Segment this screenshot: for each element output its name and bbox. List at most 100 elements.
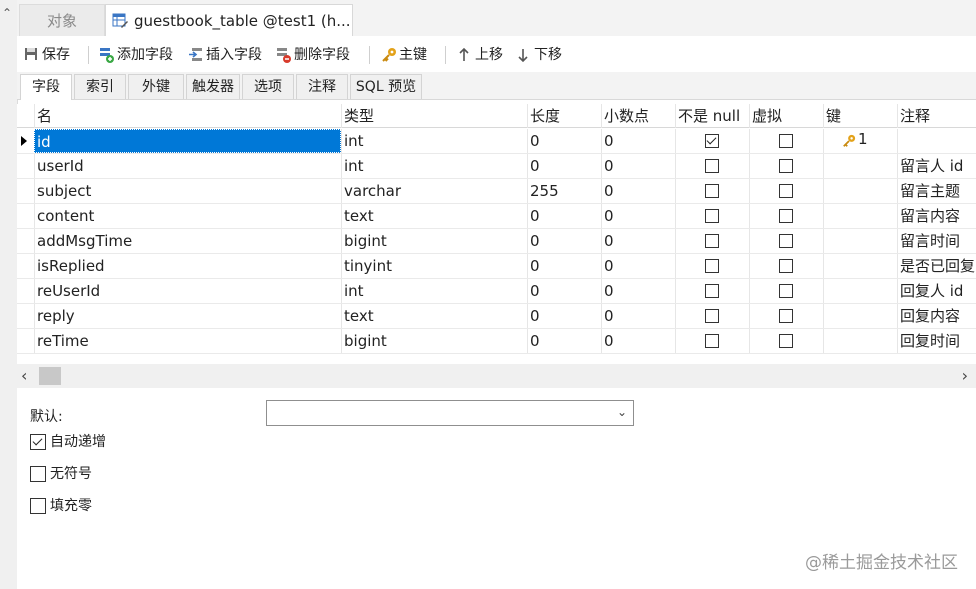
field-type-cell[interactable]: int bbox=[341, 129, 527, 153]
tab-triggers[interactable]: 触发器 bbox=[186, 74, 240, 99]
table-row[interactable]: subject varchar 255 0 留言主题 bbox=[17, 179, 976, 204]
field-length-cell[interactable]: 255 bbox=[527, 179, 601, 203]
chevron-up-icon[interactable]: ⌃ bbox=[2, 6, 12, 20]
key-cell[interactable] bbox=[823, 304, 897, 328]
tab-sql-preview[interactable]: SQL 预览 bbox=[350, 74, 422, 99]
field-name-cell[interactable]: content bbox=[34, 204, 341, 228]
field-decimals-cell[interactable]: 0 bbox=[601, 229, 675, 253]
field-length-cell[interactable]: 0 bbox=[527, 254, 601, 278]
table-row[interactable]: addMsgTime bigint 0 0 留言时间 bbox=[17, 229, 976, 254]
field-decimals-cell[interactable]: 0 bbox=[601, 129, 675, 153]
field-comment-cell[interactable] bbox=[897, 129, 976, 153]
zerofill-box[interactable] bbox=[30, 498, 46, 514]
field-type-cell[interactable]: bigint bbox=[341, 329, 527, 353]
table-row[interactable]: content text 0 0 留言内容 bbox=[17, 204, 976, 229]
not-null-checkbox[interactable] bbox=[705, 209, 719, 223]
table-row[interactable]: reply text 0 0 回复内容 bbox=[17, 304, 976, 329]
field-type-cell[interactable]: varchar bbox=[341, 179, 527, 203]
column-header-virtual[interactable]: 虚拟 bbox=[749, 104, 823, 128]
not-null-checkbox[interactable] bbox=[705, 259, 719, 273]
virtual-checkbox[interactable] bbox=[779, 209, 793, 223]
not-null-checkbox[interactable] bbox=[705, 234, 719, 248]
default-select[interactable]: ⌄ bbox=[266, 400, 634, 426]
tab-guestbook-table[interactable]: guestbook_table @test1 (h... bbox=[105, 4, 353, 36]
virtual-checkbox[interactable] bbox=[779, 159, 793, 173]
field-decimals-cell[interactable]: 0 bbox=[601, 279, 675, 303]
horizontal-scrollbar[interactable]: ‹ › bbox=[17, 364, 976, 388]
column-header-name[interactable]: 名 bbox=[34, 104, 341, 128]
field-decimals-cell[interactable]: 0 bbox=[601, 154, 675, 178]
scroll-right-icon[interactable]: › bbox=[962, 366, 968, 385]
field-type-cell[interactable]: bigint bbox=[341, 229, 527, 253]
not-null-checkbox[interactable] bbox=[705, 184, 719, 198]
field-length-cell[interactable]: 0 bbox=[527, 229, 601, 253]
column-header-not-null[interactable]: 不是 null bbox=[675, 104, 749, 128]
table-row[interactable]: reUserId int 0 0 回复人 id bbox=[17, 279, 976, 304]
field-type-cell[interactable]: tinyint bbox=[341, 254, 527, 278]
key-cell[interactable]: 1 bbox=[823, 129, 897, 153]
field-length-cell[interactable]: 0 bbox=[527, 329, 601, 353]
field-name-cell[interactable]: reply bbox=[34, 304, 341, 328]
table-row[interactable]: reTime bigint 0 0 回复时间 bbox=[17, 329, 976, 354]
field-name-cell[interactable]: id bbox=[34, 129, 341, 153]
field-length-cell[interactable]: 0 bbox=[527, 304, 601, 328]
tab-objects[interactable]: 对象 bbox=[19, 4, 105, 36]
field-comment-cell[interactable]: 回复内容 bbox=[897, 304, 976, 328]
table-row[interactable]: isReplied tinyint 0 0 是否已回复 bbox=[17, 254, 976, 279]
field-name-cell[interactable]: reUserId bbox=[34, 279, 341, 303]
field-length-cell[interactable]: 0 bbox=[527, 204, 601, 228]
scroll-thumb[interactable] bbox=[39, 367, 61, 385]
unsigned-box[interactable] bbox=[30, 466, 46, 482]
left-collapse-strip[interactable]: ⌃ bbox=[0, 0, 18, 589]
scroll-left-icon[interactable]: ‹ bbox=[21, 366, 27, 385]
virtual-checkbox[interactable] bbox=[779, 184, 793, 198]
not-null-checkbox[interactable] bbox=[705, 134, 719, 148]
field-comment-cell[interactable]: 回复时间 bbox=[897, 329, 976, 353]
field-comment-cell[interactable]: 是否已回复 bbox=[897, 254, 976, 278]
virtual-checkbox[interactable] bbox=[779, 234, 793, 248]
key-cell[interactable] bbox=[823, 179, 897, 203]
field-comment-cell[interactable]: 留言内容 bbox=[897, 204, 976, 228]
key-cell[interactable] bbox=[823, 279, 897, 303]
key-cell[interactable] bbox=[823, 154, 897, 178]
not-null-checkbox[interactable] bbox=[705, 159, 719, 173]
field-decimals-cell[interactable]: 0 bbox=[601, 254, 675, 278]
field-comment-cell[interactable]: 留言时间 bbox=[897, 229, 976, 253]
field-type-cell[interactable]: int bbox=[341, 154, 527, 178]
tab-comment[interactable]: 注释 bbox=[296, 74, 348, 99]
table-row[interactable]: userId int 0 0 留言人 id bbox=[17, 154, 976, 179]
field-comment-cell[interactable]: 留言人 id bbox=[897, 154, 976, 178]
field-name-cell[interactable]: addMsgTime bbox=[34, 229, 341, 253]
field-name-cell[interactable]: subject bbox=[34, 179, 341, 203]
not-null-checkbox[interactable] bbox=[705, 334, 719, 348]
field-comment-cell[interactable]: 留言主题 bbox=[897, 179, 976, 203]
field-decimals-cell[interactable]: 0 bbox=[601, 204, 675, 228]
virtual-checkbox[interactable] bbox=[779, 309, 793, 323]
field-name-cell[interactable]: isReplied bbox=[34, 254, 341, 278]
column-header-comment[interactable]: 注释 bbox=[897, 104, 976, 128]
column-header-decimals[interactable]: 小数点 bbox=[601, 104, 675, 128]
virtual-checkbox[interactable] bbox=[779, 284, 793, 298]
tab-options[interactable]: 选项 bbox=[242, 74, 294, 99]
column-header-length[interactable]: 长度 bbox=[527, 104, 601, 128]
key-cell[interactable] bbox=[823, 329, 897, 353]
field-decimals-cell[interactable]: 0 bbox=[601, 179, 675, 203]
field-type-cell[interactable]: text bbox=[341, 204, 527, 228]
field-length-cell[interactable]: 0 bbox=[527, 279, 601, 303]
field-type-cell[interactable]: text bbox=[341, 304, 527, 328]
not-null-checkbox[interactable] bbox=[705, 284, 719, 298]
tab-indexes[interactable]: 索引 bbox=[74, 74, 126, 99]
table-row[interactable]: id int 0 0 1 bbox=[17, 129, 976, 154]
virtual-checkbox[interactable] bbox=[779, 334, 793, 348]
virtual-checkbox[interactable] bbox=[779, 134, 793, 148]
field-decimals-cell[interactable]: 0 bbox=[601, 304, 675, 328]
field-length-cell[interactable]: 0 bbox=[527, 154, 601, 178]
key-cell[interactable] bbox=[823, 254, 897, 278]
field-comment-cell[interactable]: 回复人 id bbox=[897, 279, 976, 303]
field-name-cell[interactable]: reTime bbox=[34, 329, 341, 353]
column-header-key[interactable]: 键 bbox=[823, 104, 897, 128]
key-cell[interactable] bbox=[823, 229, 897, 253]
auto-increment-box[interactable] bbox=[30, 434, 46, 450]
field-length-cell[interactable]: 0 bbox=[527, 129, 601, 153]
virtual-checkbox[interactable] bbox=[779, 259, 793, 273]
